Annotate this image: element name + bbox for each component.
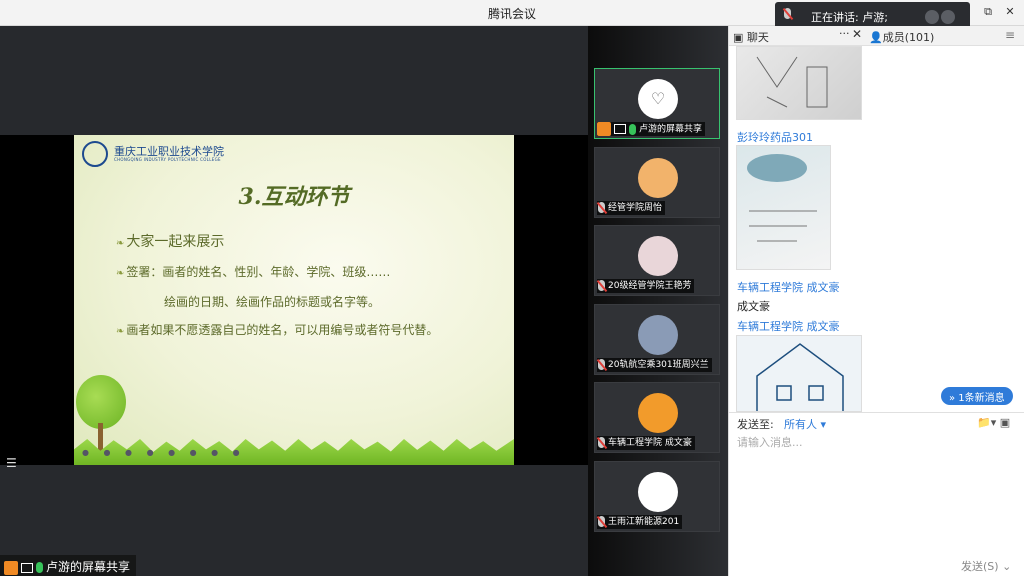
close-icon[interactable]: ✕ [1002, 4, 1018, 20]
college-logo-subtext: CHONGQING INDUSTRY POLYTECHNIC COLLEGE [114, 157, 221, 162]
menu-icon[interactable]: ≡ [1005, 28, 1015, 42]
list-icon[interactable]: ☰ [6, 456, 26, 472]
message-input[interactable]: 请输入消息... [737, 434, 803, 450]
send-area: 发送至: 所有人 ▾ 📁▾ ▣ 请输入消息... 发送(S) ⌄ [729, 412, 1024, 576]
screen-share-area[interactable]: 重庆工业职业技术学院 CHONGQING INDUSTRY POLYTECHNI… [0, 26, 588, 576]
slide-line: ❧ 大家一起来展示 [116, 234, 225, 250]
more-icon[interactable]: ··· [839, 27, 850, 40]
slideshow-controls[interactable]: ● ● ● ● ● ● ● ● [82, 448, 246, 457]
bullet-icon: ❧ [116, 326, 125, 337]
avatar [638, 157, 678, 198]
user-icon [4, 560, 18, 575]
tab-members[interactable]: 👤成员(101) [869, 29, 934, 45]
video-tile[interactable]: 20轨航空乘301班周兴兰 [594, 303, 720, 375]
heart-icon: ♡ [638, 79, 678, 119]
slide-title: 3.互动环节 [238, 184, 350, 210]
video-tile-label: 车辆工程学院 成文豪 [597, 436, 695, 450]
video-tile-label: 20级经管学院王艳芳 [597, 279, 695, 293]
mic-icon [629, 123, 636, 135]
speaker-mic-icon [783, 8, 797, 24]
video-tile-label: 20轨航空乘301班周兴兰 [597, 357, 712, 372]
video-tile-label: 王雨江新能源201 [597, 514, 683, 529]
screen-share-icon [614, 124, 626, 134]
bullet-icon: ❧ [116, 268, 125, 279]
panel-tabs: ▣ 聊天 ··· ✕ 👤成员(101) ≡ [729, 26, 1024, 46]
video-tile[interactable]: 经管学院周怡 [594, 146, 720, 218]
chat-image[interactable] [736, 46, 862, 120]
tab-chat[interactable]: ▣ 聊天 [733, 29, 769, 45]
video-tile[interactable]: 车辆工程学院 成文豪 [594, 382, 720, 453]
mic-muted-icon [597, 201, 606, 213]
participant-name: 20级经管学院王艳芳 [608, 281, 692, 291]
video-tile-label: 经管学院周怡 [597, 200, 666, 215]
speaking-text: 正在讲话: 卢游; [811, 11, 888, 24]
video-list: ♡ 卢游的屏幕共享经管学院周怡 20级经管学院王艳芳 20轨航空乘301班周兴兰 车辆工… [588, 26, 728, 576]
message-sender: 车辆工程学院 成文豪 [737, 281, 840, 294]
mic-muted-icon [597, 515, 606, 527]
speaker-avatar [941, 10, 955, 24]
participant-name: 车辆工程学院 成文豪 [608, 438, 692, 448]
avatar [638, 471, 678, 512]
presentation-slide: 重庆工业职业技术学院 CHONGQING INDUSTRY POLYTECHNI… [74, 135, 514, 465]
participant-name: 卢游的屏幕共享 [639, 124, 703, 135]
chat-image[interactable] [736, 335, 862, 412]
chat-image[interactable] [736, 145, 831, 270]
message-sender: 彭玲玲药品301 [737, 131, 813, 144]
file-icon[interactable]: 📁▾ ▣ [977, 416, 1010, 429]
avatar [638, 393, 678, 433]
meeting-window: 腾讯会议 ⧉ ✕ 正在讲话: 卢游; 重庆工业职业技术学院 CHONGQING … [0, 0, 1024, 576]
slide-line: ❧ 画者如果不愿透露自己的姓名，可以用编号或者符号代替。 [116, 323, 439, 337]
message-list[interactable]: 彭玲玲药品301 车辆工程学院 成文豪 成文豪 车辆工程学院 成文豪 [729, 46, 1024, 412]
user-icon [597, 122, 611, 136]
slide-line: 绘画的日期、绘画作品的标题或名字等。 [164, 295, 381, 309]
mic-muted-icon [597, 280, 606, 291]
mic-muted-icon [597, 358, 606, 370]
avatar [638, 314, 678, 355]
restore-icon[interactable]: ⧉ [980, 4, 996, 20]
college-logo-icon [82, 141, 108, 167]
video-tile[interactable]: 王雨江新能源201 [594, 460, 720, 532]
send-to-label: 发送至: [737, 418, 774, 431]
mic-icon [36, 562, 43, 573]
speaker-avatar [925, 10, 939, 24]
share-owner-label: 卢游的屏幕共享 [0, 555, 137, 576]
message-sender: 车辆工程学院 成文豪 [737, 320, 840, 333]
participant-name: 20轨航空乘301班周兴兰 [608, 359, 709, 370]
mic-muted-icon [597, 437, 606, 448]
video-tile[interactable]: 20级经管学院王艳芳 [594, 225, 720, 296]
send-button[interactable]: 发送(S) ⌄ [961, 558, 1011, 574]
tree-decoration [74, 375, 128, 455]
message-text: 成文豪 [737, 300, 770, 313]
slide-line: ❧ 签署：画者的姓名、性别、年龄、学院、班级…… [116, 265, 391, 279]
participant-name: 经管学院周怡 [608, 202, 663, 213]
video-tile-label: 卢游的屏幕共享 [597, 122, 706, 136]
new-message-button[interactable]: » 1条新消息 [941, 387, 1013, 405]
close-chat-icon[interactable]: ✕ [852, 27, 862, 41]
recipient-dropdown[interactable]: 所有人 ▾ [784, 416, 826, 432]
participant-name: 王雨江新能源201 [608, 516, 680, 527]
chat-panel: ▣ 聊天 ··· ✕ 👤成员(101) ≡ 彭玲玲药品301 车辆工程学院 成文… [728, 26, 1024, 576]
screen-share-icon [21, 562, 33, 573]
avatar [638, 236, 678, 276]
video-tile[interactable]: ♡ 卢游的屏幕共享 [594, 68, 720, 139]
bullet-icon: ❧ [116, 238, 125, 249]
